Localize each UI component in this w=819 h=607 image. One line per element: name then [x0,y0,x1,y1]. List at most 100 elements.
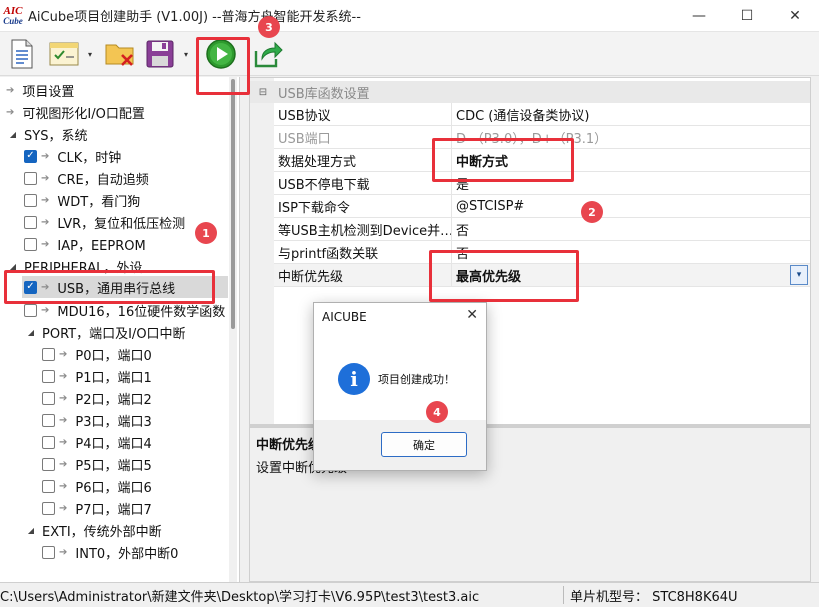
grid-row-wait-host[interactable]: 等USB主机检测到Device并… 否 [274,218,810,241]
tree-item-p7[interactable]: ➔ P7口，端口7 [42,497,152,519]
arrow-right-icon: ➔ [41,216,50,228]
arrow-right-icon: ➔ [59,480,68,492]
grid-row-usb-protocol[interactable]: USB协议 CDC (通信设备类协议) [274,103,810,126]
tree-group-exti[interactable]: ◢ EXTI，传统外部中断 [26,519,162,541]
checkbox-icon[interactable] [42,435,55,449]
tree-group-port[interactable]: ◢ PORT，端口及I/O口中断 [26,321,186,343]
status-separator [563,586,564,604]
tree-group-label: PORT，端口及I/O口中断 [42,326,186,342]
tree-item-clk[interactable]: ✓ ➔ CLK，时钟 [24,145,121,167]
grid-category-usb[interactable]: ⊟ USB库函数设置 [250,81,810,103]
property-value[interactable]: @STCISP# [452,195,810,217]
info-icon: i [338,363,370,395]
tree-scrollbar-thumb[interactable] [231,79,235,329]
property-name: USB不停电下载 [274,172,452,194]
arrow-right-icon: ➔ [59,502,68,514]
minimize-button[interactable]: — [675,0,723,32]
tree-item-label: P1口，端口1 [75,370,152,386]
tree-item-label: P0口，端口0 [75,348,152,364]
checkbox-icon[interactable] [42,391,55,405]
collapse-triangle-icon[interactable]: ◢ [26,328,36,337]
arrow-right-icon: ➔ [41,172,50,184]
dialog-title: AICUBE [322,310,367,324]
tree-item-label: P3口，端口3 [75,414,152,430]
tree-group-sys[interactable]: ◢ SYS，系统 [8,123,88,145]
tree-item-p6[interactable]: ➔ P6口，端口6 [42,475,152,497]
tree-item-p5[interactable]: ➔ P5口，端口5 [42,453,152,475]
arrow-right-icon: ➔ [59,348,68,360]
property-name: USB协议 [274,103,452,125]
checkbox-icon[interactable] [24,215,37,229]
dialog-message: 项目创建成功！ [378,373,455,386]
annotation-box-usb [4,270,215,304]
tree-group-label: EXTI，传统外部中断 [42,524,162,540]
tree-item-p1[interactable]: ➔ P1口，端口1 [42,365,152,387]
tree-group-label: SYS，系统 [24,128,88,144]
save-icon[interactable] [144,38,176,70]
tree-item-label: P6口，端口6 [75,480,152,496]
grid-category-label: USB库函数设置 [278,86,370,102]
tree-item-wdt[interactable]: ➔ WDT，看门狗 [24,189,140,211]
save-dropdown-icon[interactable]: ▾ [182,50,190,59]
dialog-close-icon[interactable]: ✕ [466,307,478,323]
property-value[interactable]: 否 [452,218,810,240]
arrow-right-icon: ➔ [59,392,68,404]
export-share-icon[interactable] [252,38,284,70]
checkbox-icon[interactable] [42,413,55,427]
checkbox-icon[interactable] [42,479,55,493]
checkbox-icon[interactable] [42,457,55,471]
tree-item-iap[interactable]: ➔ IAP，EEPROM [24,233,146,255]
tree-item-label: IAP，EEPROM [57,238,146,254]
tree-item-p3[interactable]: ➔ P3口，端口3 [42,409,152,431]
collapse-minus-icon[interactable]: ⊟ [258,87,268,98]
property-name: 数据处理方式 [274,149,452,171]
title-bar: AIC Cube AiCube项目创建助手 (V1.00J) --普海方舟智能开… [0,0,819,32]
logo-line2: Cube [3,15,23,26]
checkbox-icon[interactable] [42,501,55,515]
tree-item-p4[interactable]: ➔ P4口，端口4 [42,431,152,453]
tree-item-cre[interactable]: ➔ CRE，自动追频 [24,167,149,189]
tree-item-project-settings[interactable]: ➔ 项目设置 [6,79,74,101]
collapse-triangle-icon[interactable]: ◢ [8,130,18,139]
collapse-triangle-icon[interactable]: ◢ [26,526,36,535]
checkbox-icon[interactable] [24,303,37,317]
message-dialog: AICUBE ✕ i 项目创建成功！ 确定 [313,302,487,471]
tree-item-label: WDT，看门狗 [57,194,141,210]
close-button[interactable]: ✕ [771,0,819,32]
tree-item-int0[interactable]: ➔ INT0，外部中断0 [42,541,178,563]
tree-item-io-config[interactable]: ➔ 可视图形化I/O口配置 [6,101,145,123]
tree-item-p0[interactable]: ➔ P0口，端口0 [42,343,152,365]
tree-item-lvr[interactable]: ➔ LVR，复位和低压检测 [24,211,185,233]
arrow-right-icon: ➔ [59,458,68,470]
new-document-icon[interactable] [6,38,38,70]
app-logo-icon: AIC Cube [2,4,24,28]
grid-row-isp-command[interactable]: ISP下载命令 @STCISP# [274,195,810,218]
checkbox-icon[interactable] [24,237,37,251]
arrow-right-icon: ➔ [6,106,15,118]
property-value[interactable]: CDC (通信设备类协议) [452,103,810,125]
checkbox-icon[interactable] [42,347,55,361]
annotation-badge-3: 3 [258,16,280,38]
checkbox-icon[interactable] [24,171,37,185]
checkbox-icon[interactable] [42,369,55,383]
tree-item-label: CRE，自动追频 [57,172,149,188]
arrow-right-icon: ➔ [6,84,15,96]
arrow-right-icon: ➔ [41,194,50,206]
dialog-body: i 项目创建成功！ [314,333,486,420]
settings-dropdown-icon[interactable]: ▾ [86,50,94,59]
arrow-right-icon: ➔ [59,436,68,448]
grid-gutter [250,78,274,426]
ok-button[interactable]: 确定 [381,432,467,457]
tree-item-p2[interactable]: ➔ P2口，端口2 [42,387,152,409]
property-name: ISP下载命令 [274,195,452,217]
status-chip-model: 单片机型号： STC8H8K64U [570,590,738,605]
settings-list-icon[interactable] [48,38,80,70]
logo-line1: AIC [3,4,23,17]
delete-folder-icon[interactable] [104,38,136,70]
checkbox-icon[interactable] [42,545,55,559]
maximize-button[interactable]: ☐ [723,0,771,32]
tree-item-label: CLK，时钟 [57,150,122,166]
checkbox-checked-icon[interactable]: ✓ [24,149,37,163]
checkbox-icon[interactable] [24,193,37,207]
priority-dropdown-button[interactable]: ▾ [790,265,808,285]
